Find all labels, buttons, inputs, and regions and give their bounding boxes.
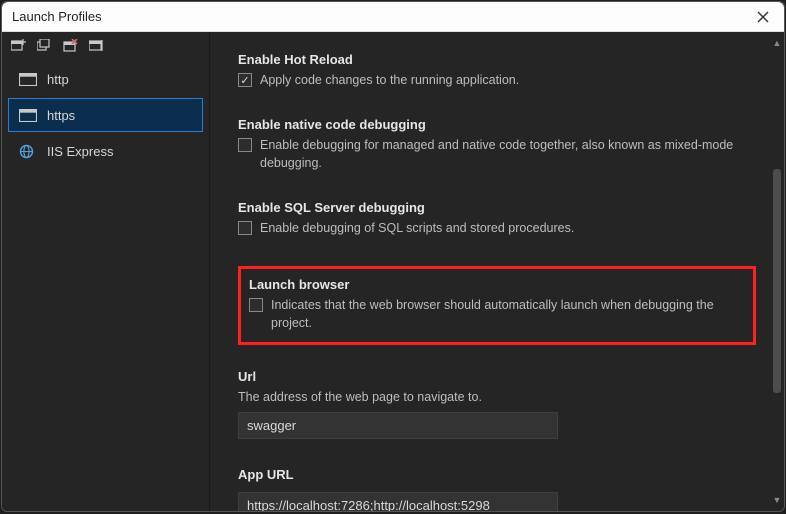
- app-url-input[interactable]: [238, 492, 558, 511]
- sidebar-toolbar: [2, 32, 209, 58]
- new-profile-icon[interactable]: [10, 37, 26, 53]
- sql-debug-checkbox[interactable]: [238, 221, 252, 235]
- profile-item-https[interactable]: https: [8, 98, 203, 132]
- section-desc: Indicates that the web browser should au…: [271, 296, 743, 332]
- content-scrollbar[interactable]: ▲ ▼: [773, 38, 781, 505]
- profile-item-label: http: [47, 72, 69, 87]
- section-desc: The address of the web page to navigate …: [238, 388, 756, 406]
- scroll-up-icon[interactable]: ▲: [773, 38, 781, 48]
- section-title: Launch browser: [249, 277, 743, 292]
- hot-reload-checkbox[interactable]: ✓: [238, 73, 252, 87]
- profile-item-http[interactable]: http: [8, 62, 203, 96]
- section-title: Url: [238, 369, 756, 384]
- profile-item-label: https: [47, 108, 75, 123]
- profile-item-iis[interactable]: IIS Express: [8, 134, 203, 168]
- section-desc: Enable debugging for managed and native …: [260, 136, 756, 172]
- section-launch-browser: Launch browser Indicates that the web br…: [238, 266, 756, 345]
- scroll-down-icon[interactable]: ▼: [773, 495, 781, 505]
- native-debug-checkbox[interactable]: [238, 138, 252, 152]
- section-url: Url The address of the web page to navig…: [238, 369, 756, 439]
- section-desc: Enable debugging of SQL scripts and stor…: [260, 219, 574, 237]
- titlebar: Launch Profiles: [2, 2, 784, 32]
- close-button[interactable]: [752, 6, 774, 28]
- window-title: Launch Profiles: [12, 9, 102, 24]
- duplicate-profile-icon[interactable]: [36, 37, 52, 53]
- section-title: Enable native code debugging: [238, 117, 756, 132]
- window-icon: [19, 108, 37, 122]
- section-hot-reload: Enable Hot Reload ✓ Apply code changes t…: [238, 52, 756, 89]
- section-desc: Apply code changes to the running applic…: [260, 71, 519, 89]
- window-icon: [19, 72, 37, 86]
- close-icon: [757, 11, 769, 23]
- sidebar: http https IIS Express: [2, 32, 210, 511]
- dialog-body: http https IIS Express Enable H: [2, 32, 784, 511]
- section-app-url: App URL: [238, 467, 756, 511]
- rename-profile-icon[interactable]: [88, 37, 104, 53]
- launch-browser-checkbox[interactable]: [249, 298, 263, 312]
- launch-profiles-window: Launch Profiles: [1, 1, 785, 512]
- globe-icon: [19, 144, 37, 158]
- section-title: App URL: [238, 467, 756, 482]
- scroll-thumb[interactable]: [773, 169, 781, 393]
- section-sql-debug: Enable SQL Server debugging Enable debug…: [238, 200, 756, 237]
- delete-profile-icon[interactable]: [62, 37, 78, 53]
- url-input[interactable]: [238, 412, 558, 439]
- section-title: Enable SQL Server debugging: [238, 200, 756, 215]
- profile-item-label: IIS Express: [47, 144, 113, 159]
- section-native-debug: Enable native code debugging Enable debu…: [238, 117, 756, 172]
- settings-content: Enable Hot Reload ✓ Apply code changes t…: [210, 32, 784, 511]
- profile-list: http https IIS Express: [2, 58, 209, 172]
- section-title: Enable Hot Reload: [238, 52, 756, 67]
